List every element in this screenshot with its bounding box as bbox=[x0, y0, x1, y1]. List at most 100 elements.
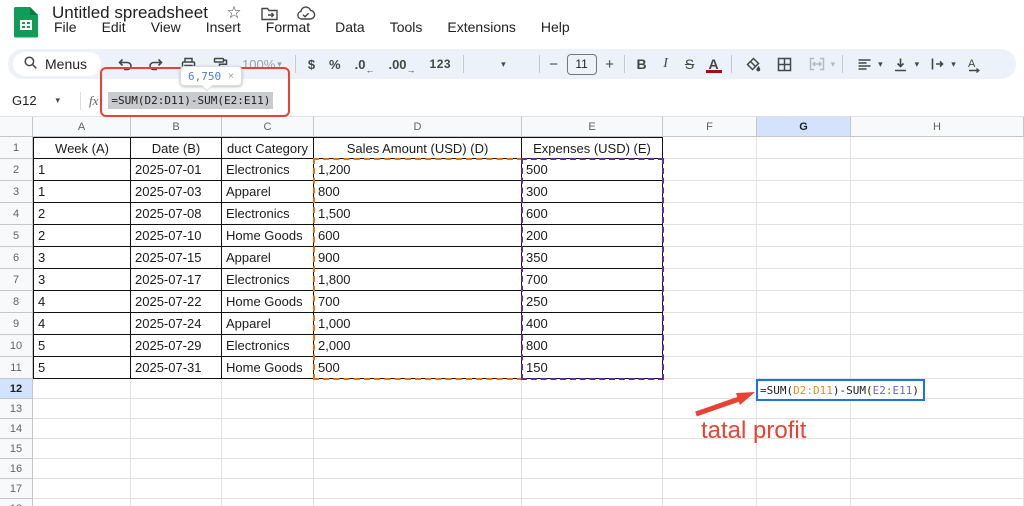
cell-E10[interactable]: 800 bbox=[522, 335, 663, 357]
active-cell-editor[interactable]: =SUM(D2:D11)-SUM(E2:E11) bbox=[756, 379, 925, 401]
decrease-decimals-button[interactable]: .0← bbox=[355, 57, 375, 72]
cell-H11[interactable] bbox=[851, 357, 1024, 379]
column-header-F[interactable]: F bbox=[663, 117, 757, 137]
cell-C11[interactable]: Home Goods bbox=[222, 357, 314, 379]
align-options-dropdown[interactable]: ▾ bbox=[878, 59, 883, 70]
cell-A5[interactable]: 2 bbox=[33, 225, 131, 247]
cell-B17[interactable] bbox=[131, 479, 222, 499]
cell-D18[interactable] bbox=[314, 499, 522, 506]
row-header-14[interactable]: 14 bbox=[0, 419, 33, 439]
tooltip-close-icon[interactable]: × bbox=[228, 71, 234, 82]
cell-F7[interactable] bbox=[663, 269, 757, 291]
cell-G18[interactable] bbox=[757, 499, 851, 506]
cell-B8[interactable]: 2025-07-22 bbox=[131, 291, 222, 313]
cell-C4[interactable]: Electronics bbox=[222, 203, 314, 225]
cell-A9[interactable]: 4 bbox=[33, 313, 131, 335]
bold-button[interactable]: B bbox=[630, 56, 654, 72]
cell-B10[interactable]: 2025-07-29 bbox=[131, 335, 222, 357]
row-header-8[interactable]: 8 bbox=[0, 291, 33, 313]
cell-G5[interactable] bbox=[757, 225, 851, 247]
cell-H15[interactable] bbox=[851, 439, 1024, 459]
cell-A11[interactable]: 5 bbox=[33, 357, 131, 379]
column-header-D[interactable]: D bbox=[314, 117, 522, 137]
cell-E13[interactable] bbox=[522, 399, 663, 419]
column-header-G[interactable]: G bbox=[757, 117, 851, 137]
cell-E6[interactable]: 350 bbox=[522, 247, 663, 269]
row-header-4[interactable]: 4 bbox=[0, 203, 33, 225]
row-header-3[interactable]: 3 bbox=[0, 181, 33, 203]
cell-G7[interactable] bbox=[757, 269, 851, 291]
cell-A7[interactable]: 3 bbox=[33, 269, 131, 291]
menu-edit[interactable]: Edit bbox=[98, 18, 130, 36]
cell-H16[interactable] bbox=[851, 459, 1024, 479]
cell-E1[interactable]: Expenses (USD) (E) bbox=[522, 137, 663, 159]
cell-D13[interactable] bbox=[314, 399, 522, 419]
cell-B3[interactable]: 2025-07-03 bbox=[131, 181, 222, 203]
cell-A1[interactable]: Week (A) bbox=[33, 137, 131, 159]
cell-F13[interactable] bbox=[663, 399, 757, 419]
cell-C16[interactable] bbox=[222, 459, 314, 479]
strikethrough-button[interactable]: S bbox=[678, 56, 702, 72]
increase-decimals-button[interactable]: .00→ bbox=[388, 57, 415, 72]
cell-D2[interactable]: 1,200 bbox=[314, 159, 522, 181]
cell-G6[interactable] bbox=[757, 247, 851, 269]
row-header-6[interactable]: 6 bbox=[0, 247, 33, 269]
cell-D17[interactable] bbox=[314, 479, 522, 499]
cell-C1[interactable]: duct Category bbox=[222, 137, 314, 159]
font-family-dropdown[interactable]: ▾ bbox=[501, 59, 506, 70]
row-header-15[interactable]: 15 bbox=[0, 439, 33, 459]
cell-C6[interactable]: Apparel bbox=[222, 247, 314, 269]
grid-corner[interactable] bbox=[0, 117, 33, 137]
cell-H17[interactable] bbox=[851, 479, 1024, 499]
cell-F6[interactable] bbox=[663, 247, 757, 269]
cell-D14[interactable] bbox=[314, 419, 522, 439]
cell-F11[interactable] bbox=[663, 357, 757, 379]
cell-D5[interactable]: 600 bbox=[314, 225, 522, 247]
cell-A3[interactable]: 1 bbox=[33, 181, 131, 203]
horizontal-align-icon[interactable] bbox=[851, 52, 877, 76]
cell-C13[interactable] bbox=[222, 399, 314, 419]
cell-E12[interactable] bbox=[522, 379, 663, 399]
percent-format-button[interactable]: % bbox=[329, 57, 341, 72]
cell-E5[interactable]: 200 bbox=[522, 225, 663, 247]
cell-H14[interactable] bbox=[851, 419, 1024, 439]
row-header-11[interactable]: 11 bbox=[0, 357, 33, 379]
cell-A2[interactable]: 1 bbox=[33, 159, 131, 181]
cell-F16[interactable] bbox=[663, 459, 757, 479]
zoom-control[interactable]: 100% ▾ bbox=[242, 57, 284, 72]
menu-data[interactable]: Data bbox=[331, 18, 369, 36]
cell-G10[interactable] bbox=[757, 335, 851, 357]
cell-H7[interactable] bbox=[851, 269, 1024, 291]
cell-G4[interactable] bbox=[757, 203, 851, 225]
cell-B9[interactable]: 2025-07-24 bbox=[131, 313, 222, 335]
row-header-13[interactable]: 13 bbox=[0, 399, 33, 419]
row-header-16[interactable]: 16 bbox=[0, 459, 33, 479]
cell-B5[interactable]: 2025-07-10 bbox=[131, 225, 222, 247]
column-header-A[interactable]: A bbox=[33, 117, 131, 137]
cell-B2[interactable]: 2025-07-01 bbox=[131, 159, 222, 181]
increase-font-size-button[interactable]: + bbox=[601, 56, 619, 73]
column-header-E[interactable]: E bbox=[522, 117, 663, 137]
cell-B12[interactable] bbox=[131, 379, 222, 399]
cell-B14[interactable] bbox=[131, 419, 222, 439]
merge-cells-icon[interactable] bbox=[804, 52, 830, 76]
cell-D4[interactable]: 1,500 bbox=[314, 203, 522, 225]
cell-A12[interactable] bbox=[33, 379, 131, 399]
row-header-5[interactable]: 5 bbox=[0, 225, 33, 247]
italic-button[interactable]: I bbox=[654, 56, 678, 72]
cell-F1[interactable] bbox=[663, 137, 757, 159]
cell-H1[interactable] bbox=[851, 137, 1024, 159]
cell-E8[interactable]: 250 bbox=[522, 291, 663, 313]
cell-B11[interactable]: 2025-07-31 bbox=[131, 357, 222, 379]
cell-F5[interactable] bbox=[663, 225, 757, 247]
cell-G1[interactable] bbox=[757, 137, 851, 159]
cell-E11[interactable]: 150 bbox=[522, 357, 663, 379]
cell-C14[interactable] bbox=[222, 419, 314, 439]
row-header-7[interactable]: 7 bbox=[0, 269, 33, 291]
redo-icon[interactable] bbox=[143, 52, 169, 76]
cell-C2[interactable]: Electronics bbox=[222, 159, 314, 181]
cell-H6[interactable] bbox=[851, 247, 1024, 269]
cell-C18[interactable] bbox=[222, 499, 314, 506]
cell-G3[interactable] bbox=[757, 181, 851, 203]
cell-G11[interactable] bbox=[757, 357, 851, 379]
